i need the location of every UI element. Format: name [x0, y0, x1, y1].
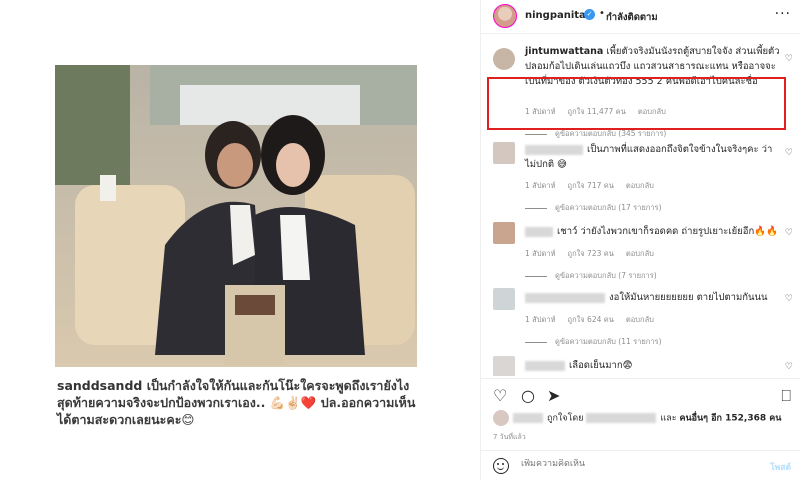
- comment-text: งอให้มันหายยยยยยย ตายไปตามกันนน: [525, 290, 781, 305]
- caption-username: sanddsandd: [57, 378, 143, 393]
- view-replies-button[interactable]: ดูข้อความตอบกลับ (11 รายการ): [525, 336, 662, 348]
- commenter-avatar[interactable]: [493, 142, 515, 164]
- post-media: sanddsandd เป็นกำลังใจให้กันและกันโน๊ะใค…: [0, 0, 480, 480]
- post-header: ningpanita ✓ • กำลังติดตาม ···: [481, 0, 800, 34]
- comment-meta: 1 สัปดาห์ ถูกใจ 723 คน ตอบกลับ: [525, 249, 654, 258]
- following-button[interactable]: กำลังติดตาม: [606, 10, 658, 25]
- highlight-box: [487, 77, 786, 130]
- blurred-username: [525, 292, 605, 303]
- post-timestamp[interactable]: 7 วันที่แล้ว: [493, 432, 526, 443]
- heart-icon[interactable]: ♡: [493, 386, 507, 405]
- commenter-avatar[interactable]: [493, 48, 515, 70]
- comment-like-icon[interactable]: ♡: [785, 362, 793, 372]
- blurred-username: [525, 226, 553, 237]
- view-replies-button[interactable]: ดูข้อความตอบกลับ (7 รายการ): [525, 270, 657, 282]
- blurred-username: [525, 144, 583, 155]
- instagram-post-view: sanddsandd เป็นกำลังใจให้กันและกันโน๊ะใค…: [0, 0, 800, 480]
- likes-count[interactable]: คนอื่นๆ อีก 152,368 คน: [679, 414, 781, 424]
- comment-text: เชาว์ ว่ายังไงพวกเขาก็รอดคด ถ่ายรูปเยาะเ…: [525, 224, 781, 239]
- blurred-liker: [513, 413, 543, 423]
- blurred-liker-name: [586, 413, 657, 423]
- comment-like-icon[interactable]: ♡: [785, 54, 793, 64]
- post-sidebar: ningpanita ✓ • กำลังติดตาม ··· jintumwat…: [480, 0, 800, 480]
- post-comment-button[interactable]: โพสต์: [770, 460, 791, 474]
- bookmark-icon[interactable]: ⎕: [781, 386, 791, 406]
- comment-username[interactable]: jintumwattana: [525, 46, 603, 57]
- add-comment-bar: โพสต์: [481, 450, 800, 480]
- blurred-username: [525, 360, 565, 371]
- comment-like-icon[interactable]: ♡: [785, 228, 793, 238]
- comments-list[interactable]: jintumwattana เพี้ยตัวจริงมันนังรถตู้สบา…: [481, 36, 800, 376]
- author-username[interactable]: ningpanita: [525, 10, 586, 21]
- car-interior-photo: [55, 65, 417, 367]
- caption-line-3: ได้ตามสะดวกเลยนะคะ😊: [57, 412, 195, 427]
- liker-avatar[interactable]: [493, 410, 509, 426]
- likes-summary: ถูกใจโดย และ คนอื่นๆ อีก 152,368 คน: [493, 410, 781, 426]
- emoji-icon[interactable]: [493, 458, 509, 474]
- caption-line-1: เป็นกำลังใจให้กันและกันโน๊ะใครจะพูดถึงเร…: [142, 378, 410, 393]
- view-replies-button[interactable]: ดูข้อความตอบกลับ (17 รายการ): [525, 202, 662, 214]
- comment-text: เป็นภาพที่แสดงออกถึงจิตใจข้างในจริงๆคะ ว…: [525, 144, 773, 170]
- comment-icon[interactable]: ○: [521, 386, 535, 405]
- image-caption: sanddsandd เป็นกำลังใจให้กันและกันโน๊ะใค…: [57, 377, 437, 428]
- post-photo: [55, 65, 417, 367]
- comment-meta: 1 สัปดาห์ ถูกใจ 624 คน ตอบกลับ: [525, 315, 654, 324]
- comment-like-icon[interactable]: ♡: [785, 294, 793, 304]
- comment-like-icon[interactable]: ♡: [785, 148, 793, 158]
- comment-input[interactable]: [521, 459, 741, 469]
- comment-meta: 1 สัปดาห์ ถูกใจ 717 คน ตอบกลับ: [525, 181, 654, 190]
- author-avatar[interactable]: [493, 4, 517, 28]
- commenter-avatar[interactable]: [493, 222, 515, 244]
- header-separator: •: [599, 8, 605, 19]
- verified-badge-icon: ✓: [584, 9, 595, 20]
- share-icon[interactable]: ➤: [547, 386, 560, 405]
- post-actions: ♡ ○ ➤ ⎕: [481, 378, 800, 408]
- caption-line-2: สุดท้ายความจริงจะปกป้องพวกเราเอง.. 💪🏻✌🏻❤…: [57, 395, 416, 410]
- more-options-icon[interactable]: ···: [775, 6, 791, 22]
- commenter-avatar[interactable]: [493, 288, 515, 310]
- comment-text: เลือดเย็นมาก😨: [525, 358, 781, 373]
- commenter-avatar[interactable]: [493, 356, 515, 376]
